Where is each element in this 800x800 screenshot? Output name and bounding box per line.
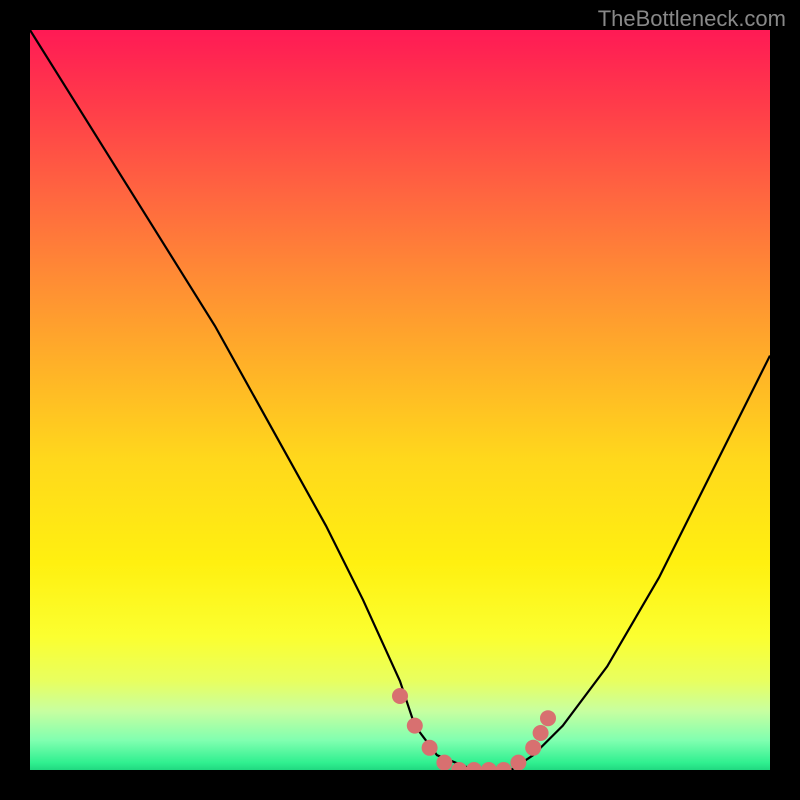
highlight-marker [422,740,438,756]
highlight-marker [481,762,497,770]
highlight-marker [540,710,556,726]
highlight-marker [466,762,482,770]
highlight-marker [407,718,423,734]
bottleneck-curve-line [30,30,770,770]
highlight-marker [451,762,467,770]
highlight-marker [533,725,549,741]
watermark-text: TheBottleneck.com [598,6,786,32]
highlight-marker [496,762,512,770]
chart-plot-area [30,30,770,770]
highlight-marker [510,755,526,770]
highlight-marker [436,755,452,770]
highlight-marker [525,740,541,756]
highlight-marker [392,688,408,704]
chart-svg [30,30,770,770]
